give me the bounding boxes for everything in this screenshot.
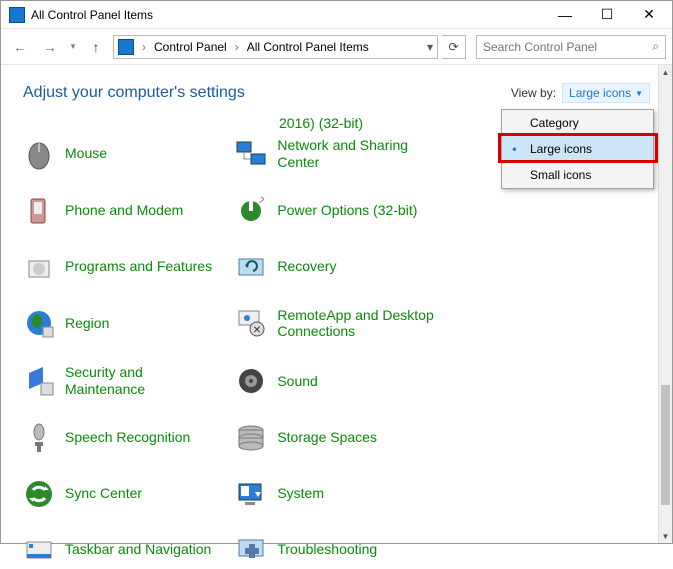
region-icon <box>23 307 55 339</box>
chevron-down-icon: ▼ <box>635 89 643 98</box>
items-grid: Mouse Network and Sharing Center Phone and… <box>23 137 650 566</box>
control-panel-item[interactable]: Power Options (32-bit) <box>235 195 437 227</box>
control-panel-item[interactable]: Security and Maintenance <box>23 364 225 398</box>
item-label: Security and Maintenance <box>65 364 225 398</box>
vertical-scrollbar[interactable]: ▲ ▼ <box>658 65 672 543</box>
control-panel-item[interactable]: Sound <box>235 364 437 398</box>
speech-icon <box>23 422 55 454</box>
empty-cell <box>448 307 650 341</box>
empty-cell <box>448 364 650 398</box>
taskbar-icon <box>23 534 55 566</box>
content-header: Adjust your computer's settings View by:… <box>23 83 650 103</box>
view-by-value: Large icons <box>569 86 631 100</box>
item-label: Storage Spaces <box>277 429 377 446</box>
item-label: Power Options (32-bit) <box>277 202 417 219</box>
page-heading: Adjust your computer's settings <box>23 84 245 102</box>
view-by-option[interactable]: Small icons <box>502 162 653 188</box>
system-icon <box>235 478 267 510</box>
window-controls: — ☐ ✕ <box>544 1 670 28</box>
content-area: Adjust your computer's settings View by:… <box>1 65 672 543</box>
recovery-icon <box>235 251 267 283</box>
titlebar: All Control Panel Items — ☐ ✕ <box>1 1 672 29</box>
breadcrumb-control-panel[interactable]: Control Panel <box>154 40 227 54</box>
scroll-thumb[interactable] <box>661 385 670 505</box>
phone-icon <box>23 195 55 227</box>
power-icon <box>235 195 267 227</box>
control-panel-icon <box>9 7 25 23</box>
chevron-right-icon: › <box>235 40 239 54</box>
back-button[interactable]: ← <box>7 34 33 60</box>
recent-dropdown[interactable]: ▾ <box>67 34 79 60</box>
control-panel-item[interactable]: Taskbar and Navigation <box>23 534 225 566</box>
control-panel-item[interactable]: Network and Sharing Center <box>235 137 437 171</box>
empty-cell <box>448 478 650 510</box>
remote-icon: ✕ <box>235 307 267 339</box>
address-bar[interactable]: › Control Panel › All Control Panel Item… <box>113 35 438 59</box>
item-label: System <box>277 485 324 502</box>
control-panel-item[interactable]: Programs and Features <box>23 251 225 283</box>
empty-cell <box>448 534 650 566</box>
item-label: Phone and Modem <box>65 202 183 219</box>
search-input[interactable] <box>483 40 652 54</box>
item-label: Network and Sharing Center <box>277 137 437 171</box>
navigation-bar: ← → ▾ ↑ › Control Panel › All Control Pa… <box>1 29 672 65</box>
view-by-label: View by: <box>511 86 556 100</box>
control-panel-item[interactable]: ✕ RemoteApp and Desktop Connections <box>235 307 437 341</box>
sync-icon <box>23 478 55 510</box>
item-label: Mouse <box>65 145 107 162</box>
maximize-button[interactable]: ☐ <box>586 1 628 28</box>
address-dropdown-icon[interactable]: ▾ <box>427 40 433 54</box>
mouse-icon <box>23 138 55 170</box>
item-label: Sound <box>277 373 317 390</box>
item-label: Speech Recognition <box>65 429 190 446</box>
empty-cell <box>448 422 650 454</box>
trouble-icon <box>235 534 267 566</box>
security-icon <box>23 365 55 397</box>
empty-cell <box>448 195 650 227</box>
control-panel-item[interactable]: Sync Center <box>23 478 225 510</box>
item-label: Programs and Features <box>65 258 212 275</box>
control-panel-item[interactable]: Phone and Modem <box>23 195 225 227</box>
window-title: All Control Panel Items <box>31 8 544 22</box>
item-label: Recovery <box>277 258 336 275</box>
item-label: RemoteApp and Desktop Connections <box>277 307 437 341</box>
view-by-option[interactable]: Large icons <box>502 136 653 162</box>
scroll-up-button[interactable]: ▲ <box>659 65 672 79</box>
minimize-button[interactable]: — <box>544 1 586 28</box>
view-by-dropdown[interactable]: Large icons ▼ <box>562 83 650 103</box>
search-box[interactable]: ⌕ <box>476 35 666 59</box>
control-panel-item[interactable]: Recovery <box>235 251 437 283</box>
svg-text:✕: ✕ <box>253 325 261 336</box>
view-by-option[interactable]: Category <box>502 110 653 136</box>
control-panel-item[interactable]: System <box>235 478 437 510</box>
folder-icon <box>118 39 134 55</box>
control-panel-item[interactable]: Region <box>23 307 225 341</box>
view-by-control: View by: Large icons ▼ <box>511 83 650 103</box>
breadcrumb-all-items[interactable]: All Control Panel Items <box>247 40 369 54</box>
control-panel-item[interactable]: Storage Spaces <box>235 422 437 454</box>
control-panel-item[interactable]: Troubleshooting <box>235 534 437 566</box>
scroll-down-button[interactable]: ▼ <box>659 529 672 543</box>
control-panel-item[interactable]: Mouse <box>23 137 225 171</box>
sound-icon <box>235 365 267 397</box>
control-panel-item[interactable]: Speech Recognition <box>23 422 225 454</box>
search-icon: ⌕ <box>652 39 659 54</box>
item-label: Sync Center <box>65 485 142 502</box>
storage-icon <box>235 422 267 454</box>
close-button[interactable]: ✕ <box>628 1 670 28</box>
network-icon <box>235 138 267 170</box>
item-label: Region <box>65 315 109 332</box>
up-button[interactable]: ↑ <box>83 34 109 60</box>
empty-cell <box>448 251 650 283</box>
view-by-menu: CategoryLarge iconsSmall icons <box>501 109 654 189</box>
chevron-right-icon: › <box>142 40 146 54</box>
refresh-button[interactable]: ⟳ <box>442 35 466 59</box>
programs-icon <box>23 251 55 283</box>
forward-button[interactable]: → <box>37 34 63 60</box>
